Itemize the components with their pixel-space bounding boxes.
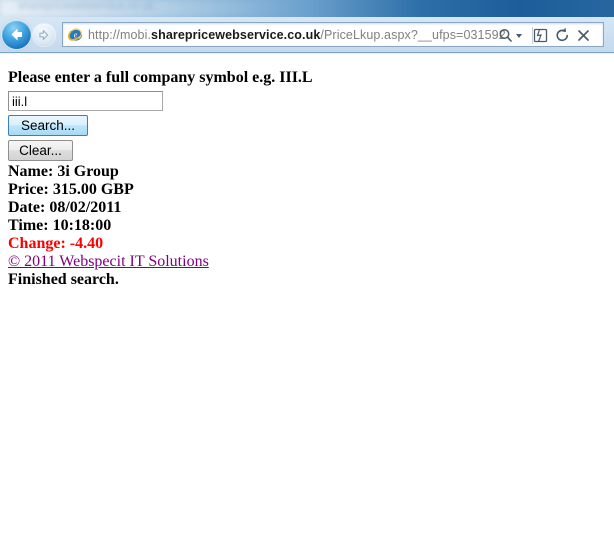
result-change: Change: -4.40 — [8, 235, 104, 252]
internet-explorer-icon: e — [67, 28, 83, 41]
search-button[interactable]: Search... — [8, 115, 88, 136]
browser-window: sharepricewebservice.co.uk e http://mobi… — [0, 0, 614, 55]
clear-button[interactable]: Clear... — [8, 140, 73, 161]
result-date: Date: 08/02/2011 — [8, 199, 122, 216]
status-text: Finished search. — [8, 271, 119, 288]
address-bar-search-button[interactable] — [497, 27, 525, 44]
symbol-input[interactable] — [8, 91, 163, 111]
compatibility-view-button[interactable] — [532, 27, 549, 44]
compatibility-view-icon — [533, 28, 548, 43]
svg-text:e: e — [74, 31, 78, 40]
close-icon — [578, 30, 589, 41]
result-name: Name: 3i Group — [8, 163, 119, 180]
page-title: Please enter a full company symbol e.g. … — [8, 69, 313, 86]
refresh-button[interactable] — [555, 27, 570, 44]
result-price: Price: 315.00 GBP — [8, 181, 134, 198]
address-bar[interactable]: e http://mobi.sharepricewebservice.co.uk… — [62, 22, 604, 47]
chevron-down-icon — [516, 34, 522, 38]
back-button[interactable] — [2, 20, 31, 49]
search-results: Name: 3i Group Price: 315.00 GBP Date: 0… — [8, 163, 588, 289]
arrow-right-icon — [39, 29, 49, 41]
window-title: sharepricewebservice.co.uk — [18, 0, 154, 12]
refresh-icon — [556, 27, 568, 42]
search-icon — [499, 29, 522, 42]
stop-button[interactable] — [576, 27, 591, 44]
result-time: Time: 10:18:00 — [8, 217, 112, 234]
forward-button[interactable] — [33, 24, 55, 46]
page-content: Please enter a full company symbol e.g. … — [0, 55, 614, 560]
url-text: http://mobi.sharepricewebservice.co.uk/P… — [88, 27, 506, 44]
url-scheme: http://mobi. — [88, 28, 152, 42]
copyright-link[interactable]: © 2011 Webspecit IT Solutions — [8, 253, 209, 271]
url-host: sharepricewebservice.co.uk — [151, 28, 321, 42]
url-path: /PriceLkup.aspx?__ufps=031592 — [320, 28, 506, 42]
arrow-left-icon — [11, 28, 22, 41]
window-title-bar: sharepricewebservice.co.uk — [0, 0, 614, 17]
footer-link-row: © 2011 Webspecit IT Solutions — [8, 253, 588, 271]
